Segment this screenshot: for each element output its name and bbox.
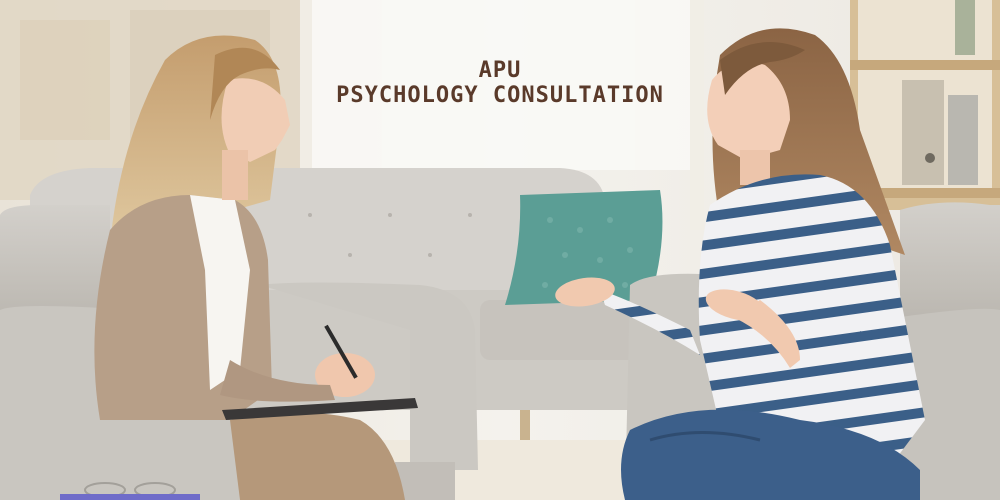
scene-illustration bbox=[0, 0, 1000, 500]
consultation-photo: APU PSYCHOLOGY CONSULTATION bbox=[0, 0, 1000, 500]
